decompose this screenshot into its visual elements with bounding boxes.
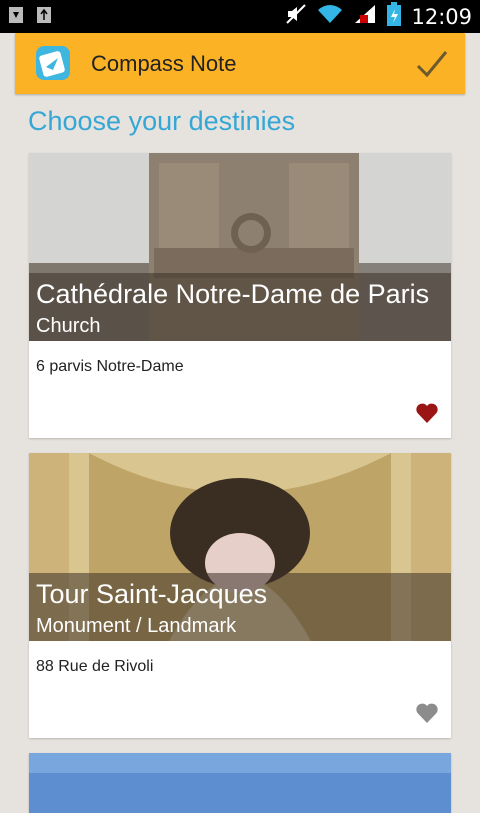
place-address: 88 Rue de Rivoli (36, 658, 154, 675)
favorite-heart-icon[interactable] (415, 701, 439, 725)
place-name: Cathédrale Notre-Dame de Paris (36, 279, 430, 309)
action-bar: Compass Note (15, 33, 465, 94)
signal-icon (353, 3, 377, 30)
compass-note-icon[interactable] (35, 45, 71, 81)
mute-icon (285, 3, 307, 30)
usb-icon (36, 6, 52, 24)
place-card[interactable]: Tour Saint-Jacques Monument / Landmark 8… (29, 453, 451, 738)
place-card[interactable]: Cathédrale Notre-Dame de Paris Church 6 … (29, 153, 451, 438)
place-type: Monument / Landmark (36, 615, 237, 637)
place-photo (29, 753, 451, 813)
status-bar-system: 12:09 (285, 0, 472, 33)
place-name: Tour Saint-Jacques (36, 579, 268, 609)
wifi-icon (317, 3, 343, 30)
status-bar-time: 12:09 (411, 4, 472, 29)
status-bar: 12:09 (0, 0, 480, 33)
place-address: 6 parvis Notre-Dame (36, 358, 184, 375)
battery-icon (387, 2, 402, 31)
place-type: Church (36, 315, 101, 337)
place-card[interactable] (29, 753, 451, 813)
favorite-heart-icon[interactable] (415, 401, 439, 425)
section-title: Choose your destinies (28, 106, 296, 136)
status-bar-notifications (8, 6, 52, 24)
app-title: Compass Note (91, 51, 237, 76)
checkmark-icon[interactable] (413, 45, 451, 83)
download-icon (8, 6, 24, 24)
